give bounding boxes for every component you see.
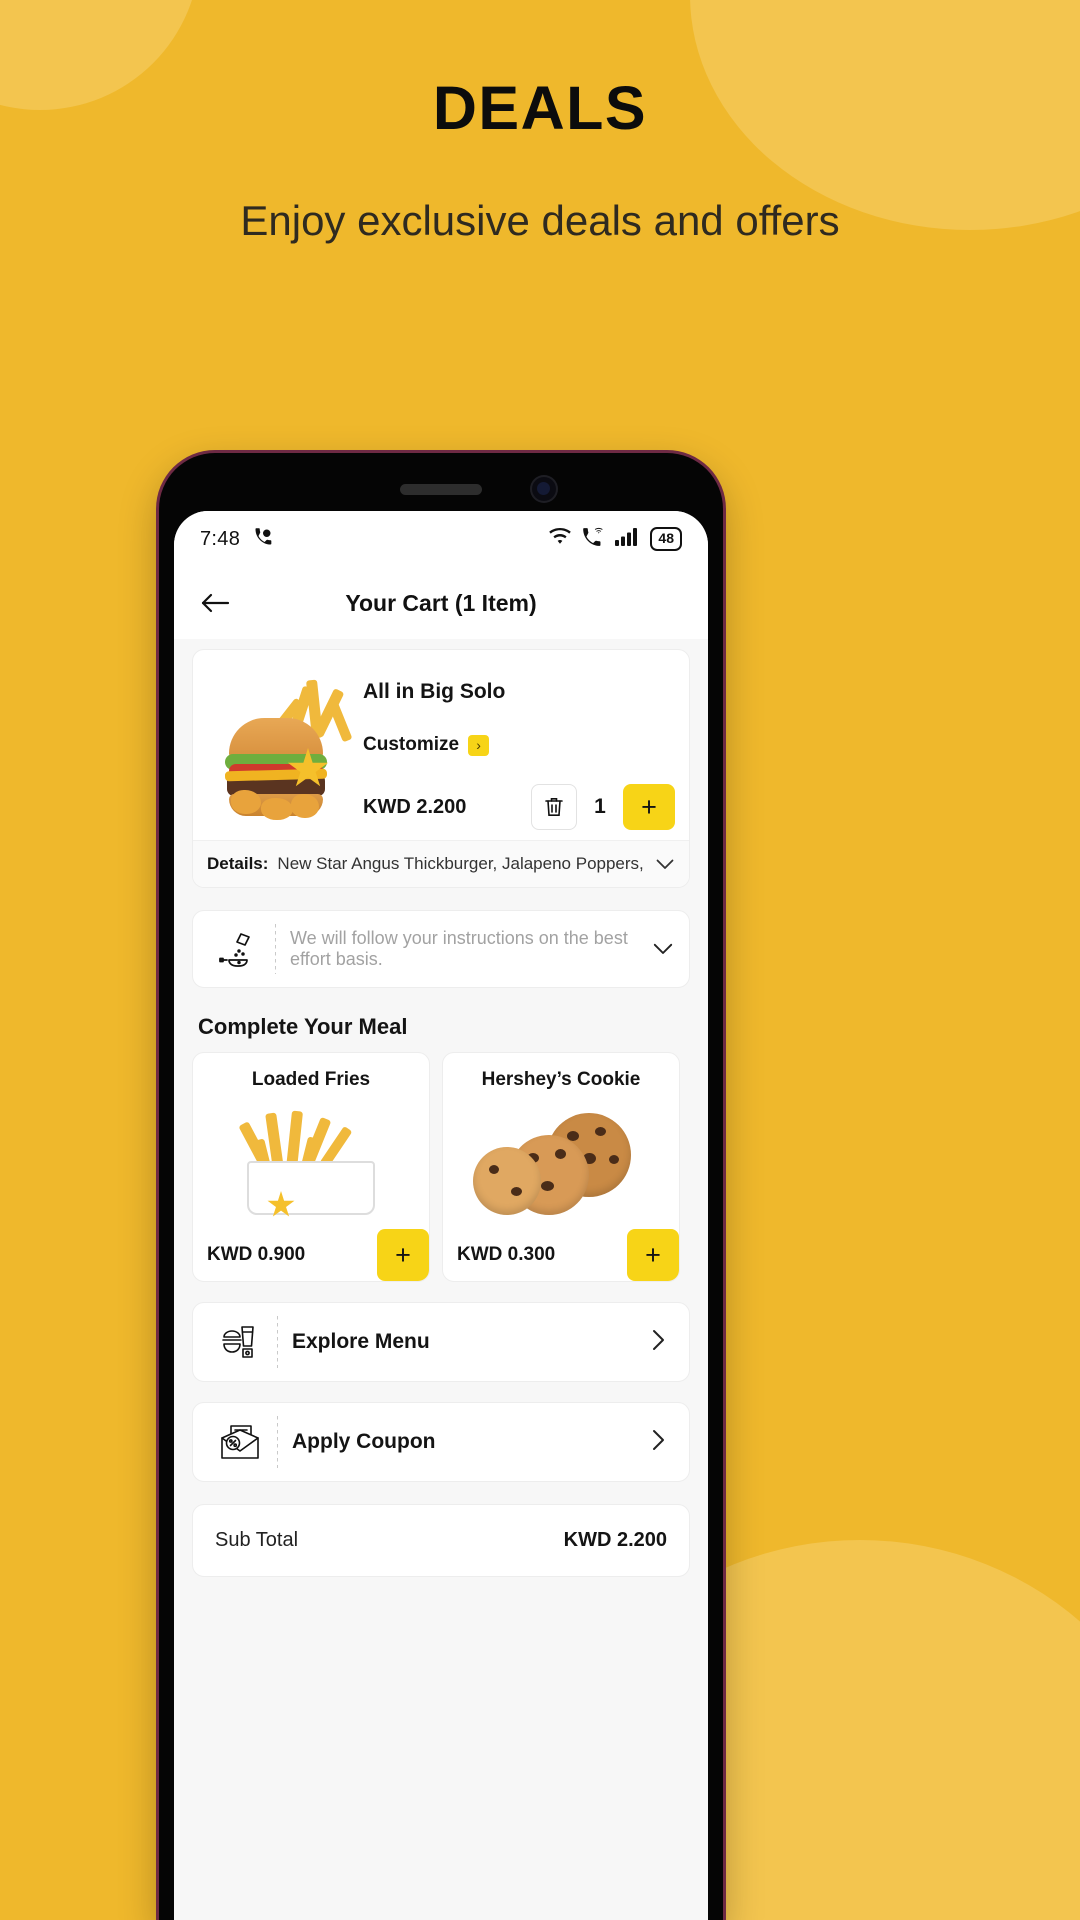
coupon-envelope-icon <box>211 1422 269 1462</box>
chevron-down-icon[interactable] <box>655 859 675 870</box>
divider <box>277 1416 278 1468</box>
back-arrow-icon[interactable] <box>198 586 232 620</box>
quantity-value: 1 <box>594 795 606 818</box>
cookie-image <box>443 1091 679 1229</box>
page-subtitle: Enjoy exclusive deals and offers <box>240 197 840 244</box>
meal-item-name: Hershey’s Cookie <box>481 1069 641 1090</box>
cart-item-body: All in Big Solo Customize › KWD 2.200 1 … <box>193 650 689 840</box>
instructions-placeholder: We will follow your instructions on the … <box>290 928 628 969</box>
details-label: Details: <box>207 854 269 873</box>
complete-meal-list: Loaded Fries KWD 0.900 + Hershey’s Cooki… <box>192 1052 690 1282</box>
meal-item-price: KWD 0.300 <box>457 1244 556 1265</box>
subtotal-value: KWD 2.200 <box>563 1529 667 1551</box>
meal-card-footer: KWD 0.900 + <box>193 1229 429 1281</box>
front-camera <box>530 475 558 503</box>
customize-label: Customize <box>363 734 460 755</box>
cart-item-card: All in Big Solo Customize › KWD 2.200 1 … <box>192 649 690 888</box>
phone-screen: 7:48 48 Your Cart (1 Item) All in Big So… <box>174 511 708 1920</box>
meal-suggestion-card[interactable]: Loaded Fries KWD 0.900 + <box>192 1052 430 1282</box>
cooking-instructions-field[interactable]: We will follow your instructions on the … <box>192 910 690 988</box>
chevron-right-icon[interactable] <box>652 1329 671 1356</box>
add-meal-item-button[interactable]: + <box>627 1229 679 1281</box>
complete-meal-title: Complete Your Meal <box>198 1014 408 1039</box>
details-text: New Star Angus Thickburger, Jalapeno Pop… <box>277 854 646 873</box>
quantity-stepper: 1 + <box>531 784 675 830</box>
cart-item-info: All in Big Solo Customize › KWD 2.200 1 … <box>355 666 675 830</box>
trash-icon[interactable] <box>531 784 577 830</box>
menu-tray-icon <box>211 1321 269 1363</box>
divider <box>275 924 276 974</box>
add-meal-item-button[interactable]: + <box>377 1229 429 1281</box>
apply-coupon-label: Apply Coupon <box>292 1430 436 1453</box>
cart-item-price: KWD 2.200 <box>363 795 467 818</box>
meal-suggestion-card[interactable]: Hershey’s Cookie KWD 0.300 + <box>442 1052 680 1282</box>
wifi-icon <box>549 527 572 551</box>
meal-item-name: Loaded Fries <box>251 1069 371 1090</box>
apply-coupon-row[interactable]: Apply Coupon <box>192 1402 690 1482</box>
cart-item-price-row: KWD 2.200 1 + <box>363 784 675 830</box>
meal-item-price: KWD 0.900 <box>207 1244 306 1265</box>
status-bar-clock: 7:48 <box>200 527 241 550</box>
status-bar: 7:48 48 <box>174 511 708 567</box>
chevron-right-icon: › <box>468 734 490 756</box>
cart-item-image <box>203 666 355 820</box>
chevron-right-icon[interactable] <box>652 1429 671 1456</box>
divider <box>277 1316 278 1368</box>
app-bar-title: Your Cart (1 Item) <box>345 589 537 616</box>
explore-menu-label: Explore Menu <box>292 1330 430 1353</box>
increase-quantity-button[interactable]: + <box>623 784 675 830</box>
status-bar-left: 7:48 <box>200 527 273 552</box>
cart-item-name: All in Big Solo <box>363 680 506 703</box>
cart-item-details-row[interactable]: Details: New Star Angus Thickburger, Jal… <box>193 840 689 887</box>
subtotal-row: Sub Total KWD 2.200 <box>215 1529 667 1552</box>
signal-bars-icon <box>615 527 639 551</box>
subtotal-label: Sub Total <box>215 1529 299 1551</box>
customize-button[interactable]: Customize › <box>363 734 675 756</box>
missed-call-icon <box>253 527 273 552</box>
meal-card-footer: KWD 0.300 + <box>443 1229 679 1281</box>
order-totals-card: Sub Total KWD 2.200 <box>192 1504 690 1577</box>
loaded-fries-image <box>193 1091 429 1229</box>
status-bar-right: 48 <box>549 527 682 552</box>
hero-section: DEALS Enjoy exclusive deals and offers <box>0 0 1080 252</box>
earpiece-speaker <box>400 484 482 495</box>
wifi-calling-icon <box>582 527 604 552</box>
page-title: DEALS <box>432 74 648 142</box>
chevron-down-icon[interactable] <box>653 943 673 955</box>
battery-indicator: 48 <box>650 527 682 551</box>
explore-menu-row[interactable]: Explore Menu <box>192 1302 690 1382</box>
cart-scroll-area: All in Big Solo Customize › KWD 2.200 1 … <box>174 639 708 1920</box>
phone-mockup: 7:48 48 Your Cart (1 Item) All in Big So… <box>159 453 723 1920</box>
app-bar: Your Cart (1 Item) <box>174 567 708 639</box>
cooking-instructions-icon <box>209 929 267 969</box>
